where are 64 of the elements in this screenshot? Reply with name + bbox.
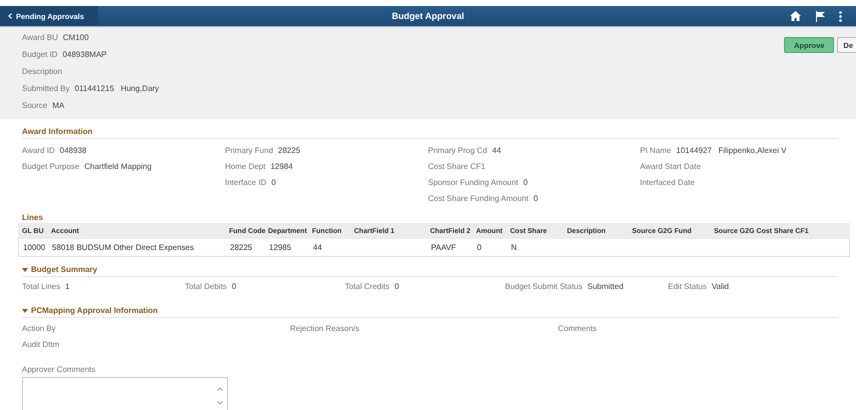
field-value: Chartfield Mapping — [84, 162, 152, 170]
field-label: Primary Fund — [225, 146, 274, 154]
field-value: 28225 — [278, 146, 300, 154]
field-label: Action By — [22, 324, 56, 332]
field-value: MA — [52, 101, 64, 110]
field-value: 0 — [394, 282, 399, 290]
caret-icon[interactable] — [22, 268, 28, 272]
section-title: Lines — [22, 212, 43, 222]
field-value: Submitted — [587, 282, 624, 290]
table-cell-text: PAAVF — [430, 243, 458, 252]
table-cell-text: 12985 — [268, 243, 292, 252]
field-label: Sponsor Funding Amount — [428, 178, 518, 186]
field-label: Total Debits — [185, 282, 227, 290]
table-cell-text: 10000 — [22, 243, 46, 252]
caret-icon[interactable] — [22, 309, 28, 313]
field-value: 0 — [523, 178, 528, 186]
section-title: Budget Summary — [31, 265, 98, 274]
field-label: Total Credits — [345, 282, 390, 290]
field-label: PI Name — [640, 146, 672, 154]
table-cell-text: N — [510, 243, 518, 252]
field-value: 10144927 Filippenko,Alexei V — [676, 146, 786, 154]
table-cell-text: 28225 — [229, 243, 254, 252]
field-label: Award ID — [22, 146, 55, 154]
home-icon[interactable] — [790, 11, 801, 21]
field-value: 0 — [271, 178, 276, 186]
field-value: 0 — [232, 282, 236, 290]
field-value: 1 — [65, 282, 70, 290]
field-label: Rejection Reason/s — [290, 324, 360, 332]
table-cell-text: 58018 BUDSUM Other Direct Expenses — [51, 243, 195, 252]
chevron-left-icon — [8, 13, 12, 19]
field-label: Submitted By — [22, 84, 70, 93]
field-label: Cost Share Funding Amount — [428, 194, 529, 202]
field-value: 048938MAP — [62, 50, 107, 59]
field-label: Comments — [558, 324, 597, 332]
field-label: Description — [22, 67, 62, 76]
field-label: Budget ID — [22, 50, 58, 59]
field-label: Total Lines — [22, 282, 60, 290]
field-label: Interface ID — [225, 178, 266, 186]
field-label: Award BU — [22, 33, 58, 42]
field-label: Budget Purpose — [22, 162, 80, 170]
page-title: Budget Approval — [392, 11, 464, 21]
field-value: CM100 — [62, 33, 89, 42]
field-value: 011441215 Hung,Dary — [74, 84, 159, 93]
menu-icon[interactable] — [839, 10, 842, 22]
field-label: Cost Share CF1 — [428, 162, 486, 170]
field-label: Edit Status — [668, 282, 707, 290]
table-cell-text: 0 — [476, 243, 482, 252]
section-title: Award Information — [22, 127, 93, 136]
field-label: Interfaced Date — [640, 178, 695, 186]
section-title: PCMapping Approval Information — [31, 306, 158, 315]
field-label: Primary Prog Cd — [428, 146, 488, 154]
field-label: Approver Comments — [22, 365, 96, 376]
field-value: 44 — [492, 146, 502, 154]
field-label: Budget Submit Status — [505, 282, 582, 290]
field-value: 0 — [534, 194, 538, 202]
field-label: Audit Dttm — [22, 340, 60, 348]
flag-icon[interactable] — [815, 10, 825, 22]
field-value: 048938 — [60, 146, 86, 154]
field-value: Valid — [712, 282, 729, 290]
field-value: 12984 — [270, 162, 293, 170]
field-label: Award Start Date — [640, 162, 701, 170]
field-label: Source — [22, 101, 48, 110]
table-cell-text: 44 — [312, 243, 323, 252]
field-label: Home Dept — [225, 162, 266, 170]
